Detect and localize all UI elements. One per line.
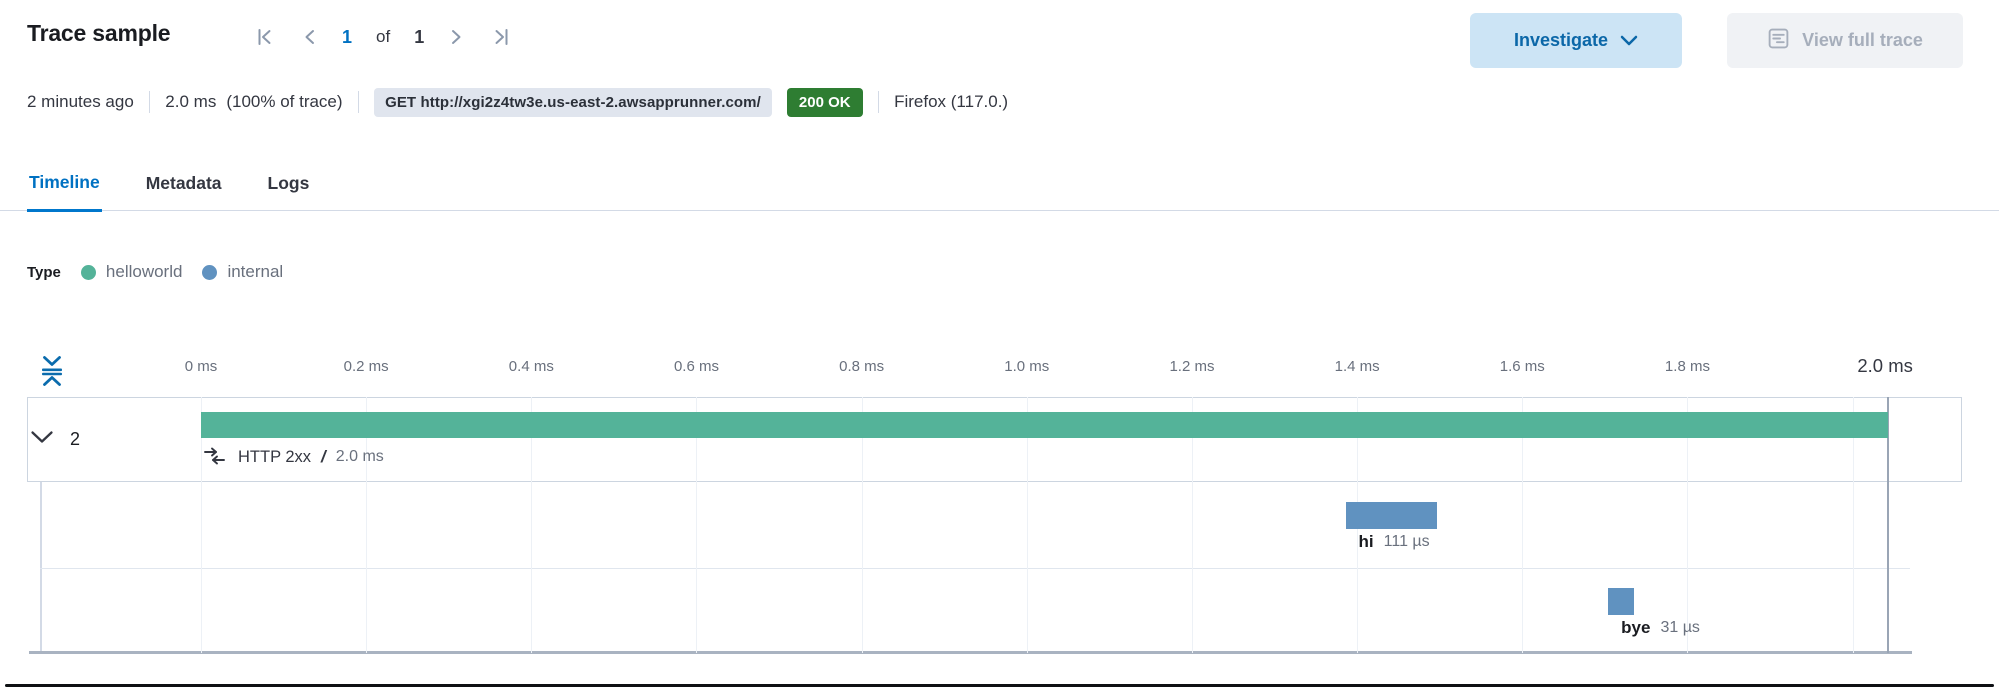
legend-label: helloworld [106, 262, 183, 282]
trace-pagination: 1 of 1 [252, 22, 514, 52]
status-badge: 200 OK [787, 88, 863, 117]
waterfall-item-label: hi 111 µs [1359, 532, 1430, 552]
span-name: bye [1621, 618, 1650, 638]
span-bar-hi[interactable] [1346, 502, 1438, 529]
time-axis: 0 ms 0.2 ms 0.4 ms 0.6 ms 0.8 ms 1.0 ms 1.2 ms… [0, 358, 1999, 382]
divider [358, 91, 360, 113]
axis-tick-label: 0 ms [185, 358, 218, 375]
user-agent: Firefox (117.0.) [894, 92, 1008, 112]
transaction-bar[interactable] [201, 412, 1888, 438]
divider [878, 91, 880, 113]
transaction-duration: 2.0 ms [336, 448, 384, 466]
view-full-trace-button[interactable]: View full trace [1727, 13, 1963, 68]
first-page-button[interactable] [252, 25, 276, 49]
type-legend: Type helloworld internal [27, 258, 283, 286]
chevron-down-icon [1620, 30, 1638, 51]
tab-metadata[interactable]: Metadata [144, 166, 224, 210]
accordion-toggle[interactable]: 2 [30, 397, 80, 482]
timestamp-ago: 2 minutes ago [27, 92, 134, 112]
span-duration: 31 µs [1660, 619, 1699, 637]
last-page-button[interactable] [490, 25, 514, 49]
waterfall-item-label: bye 31 µs [1621, 618, 1700, 638]
legend-title: Type [27, 264, 61, 281]
axis-tick-label: 0.4 ms [509, 358, 554, 375]
axis-tick-label: 1.4 ms [1335, 358, 1380, 375]
page-of-label: of [376, 27, 390, 47]
trace-duration-end-label: 2.0 ms [1857, 355, 1913, 377]
tab-bar: Timeline Metadata Logs [0, 166, 1999, 211]
request-url-badge: GET http://xgi2z4tw3e.us-east-2.awsappru… [374, 88, 772, 117]
chevron-right-icon [450, 27, 464, 47]
accordion-left-border [40, 482, 42, 653]
internal-dot-icon [202, 265, 217, 280]
separator-slash: / [321, 447, 326, 467]
summary-bar: 2 minutes ago 2.0 ms (100% of trace) GET… [27, 86, 1008, 118]
span-name: hi [1359, 532, 1374, 552]
chevron-left-icon [302, 27, 316, 47]
first-page-icon [254, 27, 274, 47]
helloworld-dot-icon [81, 265, 96, 280]
axis-tick-label: 0.2 ms [344, 358, 389, 375]
percent-of-trace: (100% of trace) [226, 92, 342, 112]
investigate-button-label: Investigate [1514, 30, 1608, 51]
trace-document-icon [1767, 27, 1790, 55]
legend-label: internal [227, 262, 283, 282]
chevron-down-icon [30, 430, 54, 449]
window-bottom-edge [5, 684, 1994, 687]
merge-icon [203, 447, 226, 467]
divider [149, 91, 151, 113]
transaction-name: HTTP 2xx [238, 448, 311, 467]
trace-sample-panel: Trace sample 1 of 1 Investigate View ful… [0, 0, 1999, 687]
page-title: Trace sample [27, 20, 170, 47]
axis-tick-label: 1.6 ms [1500, 358, 1545, 375]
legend-item-internal: internal [202, 262, 283, 282]
waterfall-bottom-border [29, 651, 1912, 654]
legend-item-helloworld: helloworld [81, 262, 183, 282]
children-count: 2 [70, 429, 80, 450]
axis-tick-label: 1.0 ms [1004, 358, 1049, 375]
last-page-icon [492, 27, 512, 47]
axis-tick-label: 0.6 ms [674, 358, 719, 375]
view-full-trace-label: View full trace [1802, 30, 1923, 51]
axis-tick-label: 1.8 ms [1665, 358, 1710, 375]
tab-timeline[interactable]: Timeline [27, 166, 102, 212]
waterfall-item-label: HTTP 2xx / 2.0 ms [203, 447, 384, 467]
selected-row-outline [27, 397, 1962, 482]
investigate-button[interactable]: Investigate [1470, 13, 1682, 68]
current-page-number: 1 [342, 27, 352, 48]
row-divider [40, 568, 1910, 569]
tab-logs[interactable]: Logs [266, 166, 312, 210]
previous-page-button[interactable] [300, 25, 318, 49]
axis-tick-label: 1.2 ms [1169, 358, 1214, 375]
next-page-button[interactable] [448, 25, 466, 49]
total-pages-number: 1 [414, 27, 424, 48]
trace-duration: 2.0 ms [165, 92, 216, 112]
span-bar-bye[interactable] [1608, 588, 1634, 615]
span-duration: 111 µs [1384, 533, 1430, 551]
axis-tick-label: 0.8 ms [839, 358, 884, 375]
